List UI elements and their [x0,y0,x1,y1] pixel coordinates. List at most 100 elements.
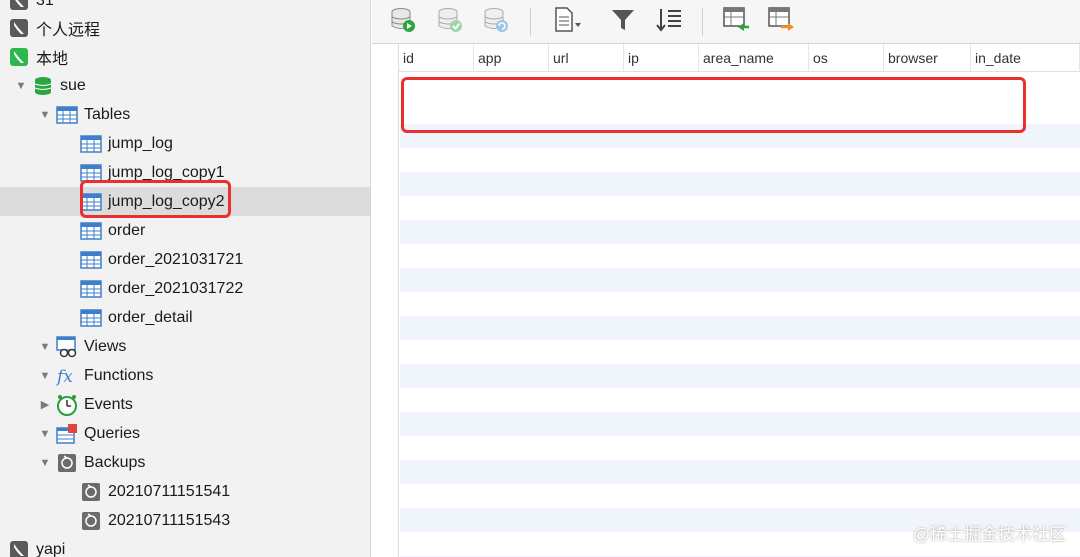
text-format-button[interactable] [552,6,582,39]
column-header[interactable]: in_date [971,44,1080,72]
sidebar-item[interactable]: ▼ Tables [0,100,370,129]
apply-database-button[interactable] [435,7,465,37]
sidebar-item[interactable]: order [0,216,370,245]
grid-row-stripe [400,172,1080,196]
sidebar-item[interactable]: 个人远程 [0,13,370,42]
sidebar-item-label: sue [60,76,86,94]
sidebar-item-label: Functions [84,366,154,384]
chevron-right-icon[interactable]: ▶ [38,398,52,412]
sidebar-item-label: 20210711151541 [108,482,231,500]
chevron-down-icon[interactable]: ▼ [38,456,52,470]
views-icon [56,335,78,358]
table-icon [80,278,102,300]
sidebar-item[interactable]: ▼ Views [0,332,370,361]
empty-result-highlight [401,77,1026,133]
sidebar-item[interactable]: order_2021031721 [0,245,370,274]
table-icon [80,133,102,155]
sidebar-item[interactable]: jump_log [0,129,370,158]
chevron-down-icon[interactable]: ▼ [38,108,52,122]
grid-row-stripe [400,316,1080,340]
navigation-sidebar: 31 个人远程本地 ▼ sue ▼ Tables jump_log jump_log_copy… [0,0,371,557]
connection-active-icon [8,46,30,68]
sidebar-item-label: Views [84,337,127,355]
column-header[interactable]: app [474,44,549,72]
sidebar-item-label: 个人远程 [36,21,101,39]
sidebar-item-label: 31 [36,0,54,9]
sidebar-item[interactable]: order_2021031722 [0,274,370,303]
chevron-down-icon[interactable]: ▼ [38,340,52,354]
sidebar-item-label: Queries [84,424,141,442]
database-icon [32,75,54,97]
grid-row-stripe [400,412,1080,436]
export-table-button[interactable] [766,6,796,39]
sidebar-item[interactable]: yapi [0,535,370,557]
events-icon [56,394,78,416]
sidebar-item-label: 本地 [36,50,69,68]
grid-header: id app url ip area_name os browser in_date [372,44,1080,72]
sidebar-item[interactable]: 本地 [0,42,370,71]
refresh-database-button[interactable] [481,7,511,37]
filter-icon [610,7,636,38]
row-number-column [372,44,399,557]
backup-file-icon [80,481,102,503]
grid-row-stripe [400,268,1080,292]
sidebar-item-label: yapi [36,540,66,557]
data-toolbar [372,0,1080,44]
sidebar-item-label: order_detail [108,308,193,326]
sort-button[interactable] [654,7,684,37]
connection-icon [8,17,30,39]
toolbar-separator [702,8,703,36]
apply-database-icon [436,6,464,39]
main-panel: id app url ip area_name os browser in_date @稀土掘… [372,0,1080,557]
table-icon [80,249,102,271]
connection-icon [8,539,30,557]
run-database-button[interactable] [388,7,418,37]
tables-icon [56,104,78,126]
column-header[interactable]: ip [624,44,699,72]
sidebar-item-label: order [108,221,146,239]
table-icon [80,307,102,329]
svg-text:fx: fx [56,367,73,386]
toolbar-separator [530,8,531,36]
column-header[interactable]: browser [884,44,971,72]
sort-icon [655,6,683,39]
sidebar-item-label: 20210711151543 [108,511,231,529]
filter-button[interactable] [608,7,638,37]
table-icon [80,220,102,242]
sidebar-item-label: Tables [84,105,131,123]
backup-file-icon [80,510,102,532]
sidebar-item[interactable]: order_detail [0,303,370,332]
grid-row-stripe [400,220,1080,244]
run-database-icon [389,6,417,39]
column-header[interactable]: url [549,44,624,72]
sidebar-item-label: jump_log [108,134,173,152]
selected-table-highlight [80,180,231,218]
backups-icon [56,452,78,474]
sidebar-item[interactable]: ▼ fx Functions [0,361,370,390]
column-header[interactable]: area_name [699,44,809,72]
grid-row-stripe [400,460,1080,484]
import-table-button[interactable] [721,6,751,39]
sidebar-item[interactable]: 20210711151543 [0,506,370,535]
sidebar-item-label: jump_log_copy1 [108,163,225,181]
import-table-icon [722,6,750,39]
sidebar-item[interactable]: ▼ sue [0,71,370,100]
watermark-text: @稀土掘金技术社区 [912,525,1066,544]
refresh-database-icon [482,6,510,39]
text-format-icon [552,6,582,39]
chevron-down-icon[interactable]: ▼ [38,369,52,383]
sidebar-item[interactable]: ▼ Queries [0,419,370,448]
sidebar-item-label: order_2021031721 [108,250,244,268]
connection-icon [8,0,30,12]
chevron-down-icon[interactable]: ▼ [14,79,28,93]
sidebar-item-label: Events [84,395,133,413]
functions-icon: fx [56,365,78,387]
column-header[interactable]: os [809,44,884,72]
sidebar-item-label: order_2021031722 [108,279,244,297]
chevron-down-icon[interactable]: ▼ [38,427,52,441]
column-header[interactable]: id [399,44,474,72]
sidebar-item[interactable]: ▼ Backups [0,448,370,477]
sidebar-item[interactable]: ▶ Events [0,390,370,419]
sidebar-item[interactable]: 20210711151541 [0,477,370,506]
export-table-icon [767,6,795,39]
